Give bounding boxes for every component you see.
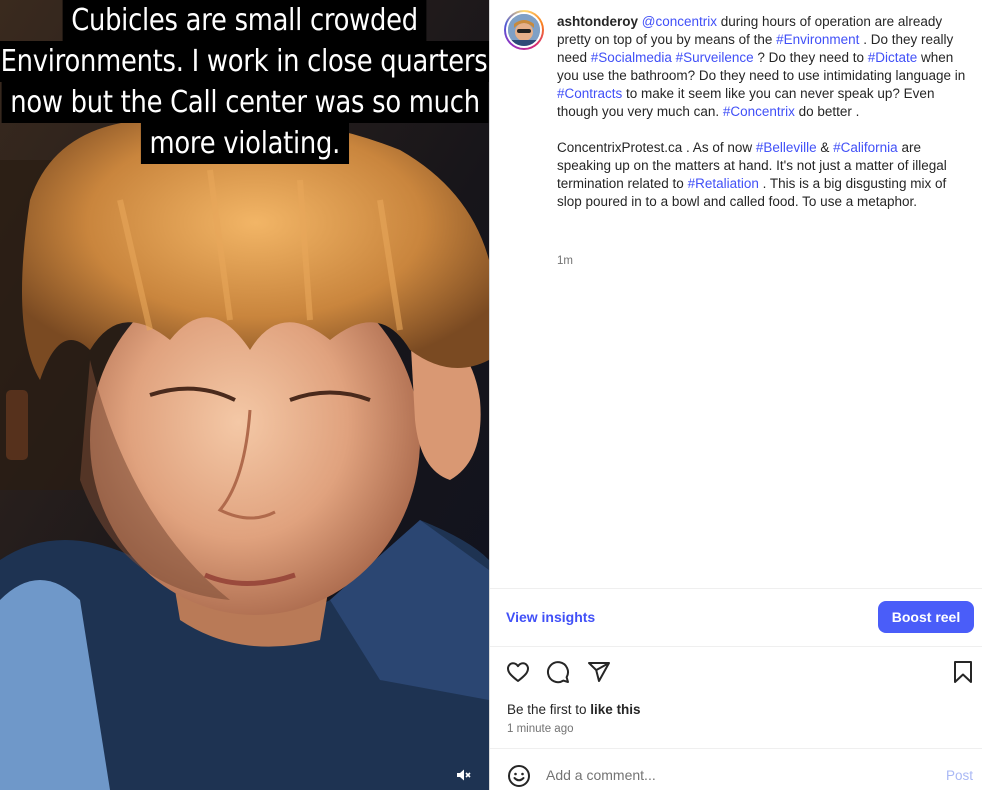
emoji-button[interactable] — [507, 764, 531, 788]
mention-link[interactable]: @concentrix — [642, 14, 717, 29]
caption-text-segment: do better . — [794, 104, 860, 119]
video-caption-line: Cubicles are small crowded — [62, 0, 427, 41]
comment-icon — [547, 661, 569, 684]
save-button[interactable] — [950, 659, 976, 685]
comment-composer: Post — [490, 748, 982, 790]
share-button[interactable] — [586, 659, 612, 685]
like-button[interactable] — [505, 659, 531, 685]
emoji-icon — [508, 765, 530, 787]
post-relative-time[interactable]: 1m — [557, 255, 573, 267]
like-this-link[interactable]: like this — [590, 702, 640, 717]
comment-input[interactable] — [546, 764, 926, 786]
mute-toggle-button[interactable] — [452, 764, 474, 786]
likes-prefix: Be the first to — [507, 702, 591, 717]
post-panel: ashtonderoy @concentrix during hours of … — [489, 0, 982, 790]
caption-paragraph: ashtonderoy @concentrix during hours of … — [557, 13, 967, 121]
heart-icon — [507, 662, 529, 682]
post-actions: Be the first to like this 1 minute ago — [490, 646, 982, 748]
hashtag-link[interactable]: #Socialmedia — [591, 50, 672, 65]
hashtag-link[interactable]: #Concentrix — [723, 104, 795, 119]
caption-text-segment: ? Do they need to — [753, 50, 868, 65]
reel-video[interactable]: Cubicles are small crowded Environments.… — [0, 0, 489, 790]
caption-text-segment: & — [816, 140, 834, 155]
avatar[interactable] — [504, 10, 544, 50]
username-link[interactable]: ashtonderoy — [557, 14, 638, 29]
insights-row: View insights Boost reel — [490, 588, 982, 646]
speaker-muted-icon — [457, 769, 471, 781]
video-caption-line: now but the Call center was so much — [1, 82, 488, 123]
hashtag-link[interactable]: #Dictate — [868, 50, 918, 65]
comment-button[interactable] — [545, 659, 571, 685]
hashtag-link[interactable]: #California — [833, 140, 898, 155]
bookmark-icon — [954, 661, 972, 683]
video-caption-line: more violating. — [140, 123, 349, 164]
video-caption-line: Environments. I work in close quarters — [0, 41, 489, 82]
view-insights-link[interactable]: View insights — [506, 609, 595, 625]
caption-text-segment: ConcentrixProtest.ca . As of now — [557, 140, 756, 155]
share-icon — [588, 662, 610, 682]
likes-summary: Be the first to like this — [507, 702, 641, 717]
hashtag-link[interactable]: #Contracts — [557, 86, 622, 101]
post-timestamp[interactable]: 1 minute ago — [507, 723, 574, 735]
hashtag-link[interactable]: #Surveilence — [676, 50, 754, 65]
avatar-image — [506, 12, 542, 48]
hashtag-link[interactable]: #Retaliation — [688, 176, 759, 191]
post-caption: ashtonderoy @concentrix during hours of … — [557, 13, 967, 211]
boost-reel-button[interactable]: Boost reel — [878, 601, 974, 633]
post-comment-button[interactable]: Post — [946, 768, 973, 783]
caption-paragraph-1-text: @concentrix during hours of operation ar… — [557, 14, 965, 119]
video-caption-overlay: Cubicles are small crowded Environments.… — [0, 0, 489, 164]
caption-paragraph-2: ConcentrixProtest.ca . As of now #Bellev… — [557, 139, 967, 211]
hashtag-link[interactable]: #Environment — [776, 32, 859, 47]
post-caption-area: ashtonderoy @concentrix during hours of … — [490, 0, 982, 588]
hashtag-link[interactable]: #Belleville — [756, 140, 817, 155]
